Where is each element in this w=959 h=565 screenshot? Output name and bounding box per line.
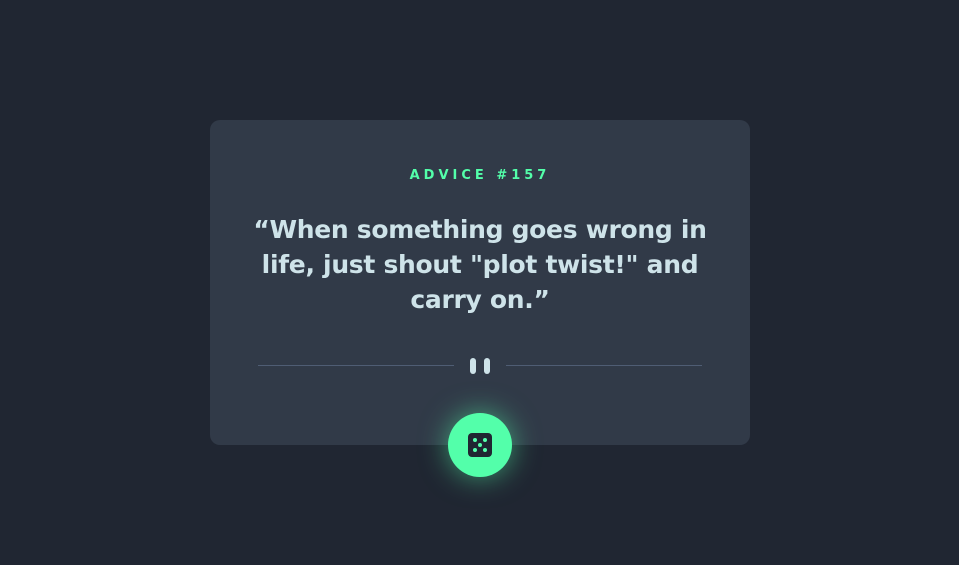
dice-icon: [468, 433, 492, 457]
divider: [258, 358, 702, 374]
advice-card: ADVICE #157 “When something goes wrong i…: [210, 120, 750, 445]
divider-line-right: [506, 365, 702, 366]
divider-line-left: [258, 365, 454, 366]
advice-id-label: ADVICE #157: [409, 168, 551, 183]
pause-icon: [470, 358, 490, 374]
advice-quote: “When something goes wrong in life, just…: [253, 215, 707, 314]
new-advice-button[interactable]: [448, 413, 512, 477]
